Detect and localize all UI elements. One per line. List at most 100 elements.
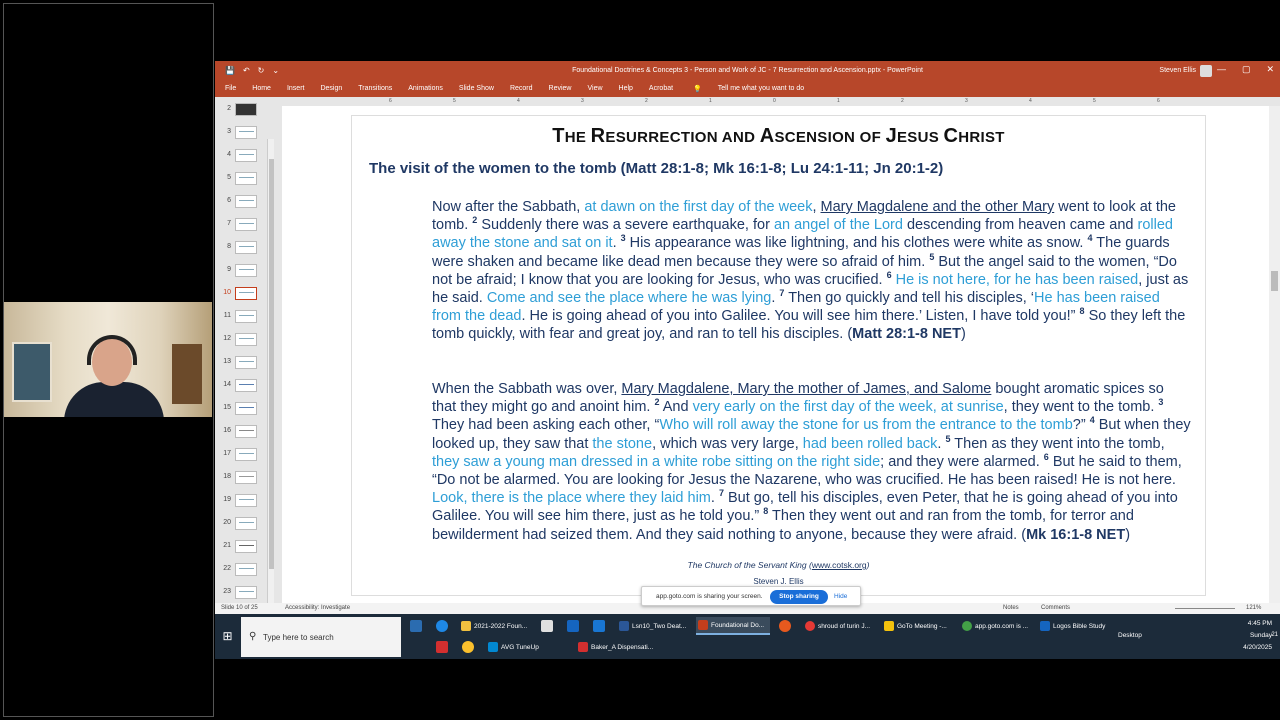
accessibility-status[interactable]: Accessibility: Investigate (285, 605, 350, 611)
minimize-button[interactable]: — (1217, 64, 1226, 75)
acrobat-icon[interactable] (436, 641, 448, 653)
search-box[interactable]: ⚲ Type here to search (241, 617, 401, 657)
firefox-icon[interactable] (779, 620, 791, 632)
ruler-tick: 2 (901, 98, 904, 104)
thumbnail-image (235, 264, 257, 277)
passage-mark[interactable]: When the Sabbath was over, Mary Magdalen… (432, 380, 1192, 544)
footer-org-name: The Church of the Servant King (687, 560, 807, 570)
thumbnail-image (235, 425, 257, 438)
taskbar-appgoto[interactable]: app.goto.com is ... (960, 617, 1032, 635)
hide-button[interactable]: Hide (834, 593, 847, 600)
notification-count[interactable]: 21 (1271, 632, 1278, 638)
taskbar-label: app.goto.com is ... (975, 622, 1029, 630)
close-button[interactable]: ✕ (1266, 64, 1274, 75)
slide-title[interactable]: THE RESURRECTION AND ASCENSION OF JESUS … (352, 125, 1205, 148)
screen-border (215, 659, 1280, 720)
avatar[interactable] (1200, 65, 1212, 77)
tell-me-search[interactable]: Tell me what you want to do (718, 85, 804, 92)
chrome-icon[interactable] (462, 641, 474, 653)
slide-canvas[interactable]: THE RESURRECTION AND ASCENSION OF JESUS … (351, 115, 1206, 596)
taskbar-avg[interactable]: AVG TuneUp (486, 638, 566, 656)
thumbnail-image (235, 310, 257, 323)
ribbon-tabs: File Home Insert Design Transitions Anim… (215, 80, 1280, 97)
word-icon[interactable] (593, 620, 605, 632)
system-tray-clock[interactable]: 4:45 PM Sunday 4/20/2025 (1243, 618, 1272, 654)
taskbar-powerpoint[interactable]: Foundational Do... (696, 617, 770, 635)
outlook-icon[interactable] (567, 620, 579, 632)
taskbar-goto[interactable]: GoTo Meeting -... (882, 617, 954, 635)
thumbnail-number: 12 (223, 335, 231, 342)
calculator-icon[interactable] (541, 620, 553, 632)
horizontal-ruler: 6 5 4 3 2 1 0 1 2 3 4 5 6 (282, 97, 1280, 106)
title-bar: 💾 ↶ ↻ ⌄ Foundational Doctrines & Concept… (215, 61, 1280, 80)
desktop-toolbar[interactable]: Desktop (1118, 632, 1142, 639)
tab-help[interactable]: Help (619, 85, 633, 92)
tab-file[interactable]: File (225, 85, 236, 92)
taskbar-logos[interactable]: Logos Bible Study (1038, 617, 1116, 635)
task-view-icon[interactable] (410, 620, 422, 632)
logos-icon (1040, 621, 1050, 631)
powerpoint-window: 💾 ↶ ↻ ⌄ Foundational Doctrines & Concept… (215, 61, 1280, 639)
slide-scrollbar[interactable] (1269, 106, 1280, 603)
passage-matthew[interactable]: Now after the Sabbath, at dawn on the fi… (432, 198, 1192, 344)
slide-subtitle[interactable]: The visit of the women to the tomb (Matt… (369, 160, 943, 177)
webcam-furniture (172, 344, 202, 404)
taskbar-shroud[interactable]: shroud of turin J... (803, 617, 875, 635)
footer-link[interactable]: www.cotsk.org (812, 560, 867, 570)
taskbar-folder[interactable]: 2021-2022 Foun... (459, 617, 531, 635)
ruler-tick: 2 (645, 98, 648, 104)
lightbulb-icon: 💡 (693, 85, 702, 93)
thumbnail-number: 21 (223, 542, 231, 549)
slide-footer-org: The Church of the Servant King (www.cots… (687, 560, 870, 570)
thumbnail-image (235, 218, 257, 231)
stop-sharing-button[interactable]: Stop sharing (770, 590, 828, 604)
tab-home[interactable]: Home (252, 85, 271, 92)
edge-icon[interactable] (436, 620, 448, 632)
clock-date: 4/20/2025 (1243, 644, 1272, 651)
comments-button[interactable]: Comments (1041, 605, 1070, 611)
tab-transitions[interactable]: Transitions (358, 85, 392, 92)
restore-button[interactable]: ▢ (1242, 64, 1251, 75)
document-title: Foundational Doctrines & Concepts 3 - Pe… (572, 67, 923, 74)
tab-slide-show[interactable]: Slide Show (459, 85, 494, 92)
tab-view[interactable]: View (587, 85, 602, 92)
slide-footer-author: Steven J. Ellis (753, 577, 804, 586)
tab-review[interactable]: Review (549, 85, 572, 92)
tab-record[interactable]: Record (510, 85, 533, 92)
thumbnail-number: 2 (227, 105, 231, 112)
ruler-tick: 0 (773, 98, 776, 104)
thumbnail-number: 14 (223, 381, 231, 388)
thumbnail-number: 22 (223, 565, 231, 572)
taskbar-lsn10[interactable]: Lsn10_Two Deat... (617, 617, 689, 635)
taskbar-label: Logos Bible Study (1053, 622, 1106, 630)
tab-insert[interactable]: Insert (287, 85, 305, 92)
webcam-window (12, 342, 52, 402)
thumbnail-image (235, 379, 257, 392)
ruler-tick: 4 (517, 98, 520, 104)
notes-button[interactable]: Notes (1003, 605, 1019, 611)
taskbar-baker[interactable]: Baker_A Dispensati... (576, 638, 662, 656)
thumbnail-number: 6 (227, 197, 231, 204)
clock-day: Sunday (1249, 632, 1272, 639)
webcam-person-body (64, 382, 164, 417)
slide-thumbnail[interactable]: 2 (219, 101, 279, 121)
ruler-tick: 5 (1093, 98, 1096, 104)
windows-start-icon[interactable]: ⊞ (215, 614, 240, 659)
thumbnail-image (235, 126, 257, 139)
clock-time: 4:45 PM (1247, 620, 1272, 627)
thumbnail-number: 18 (223, 473, 231, 480)
tab-acrobat[interactable]: Acrobat (649, 85, 673, 92)
slide-thumbnails-pane: 2 3 4 5 6 7 8 9 10 11 12 13 14 15 16 17 … (215, 97, 282, 639)
tab-animations[interactable]: Animations (408, 85, 443, 92)
scrollbar-thumb[interactable] (269, 159, 274, 569)
taskbar-label: shroud of turin J... (818, 622, 871, 630)
zoom-level[interactable]: 121% (1246, 605, 1261, 611)
scrollbar-thumb[interactable] (1271, 271, 1278, 291)
thumbnails-scrollbar[interactable] (267, 139, 274, 639)
tab-design[interactable]: Design (320, 85, 342, 92)
ruler-tick: 1 (709, 98, 712, 104)
ruler-tick: 6 (1157, 98, 1160, 104)
zoom-slider[interactable] (1175, 608, 1235, 609)
user-name[interactable]: Steven Ellis (1159, 67, 1196, 74)
screen-share-bar: app.goto.com is sharing your screen. Sto… (641, 586, 861, 606)
